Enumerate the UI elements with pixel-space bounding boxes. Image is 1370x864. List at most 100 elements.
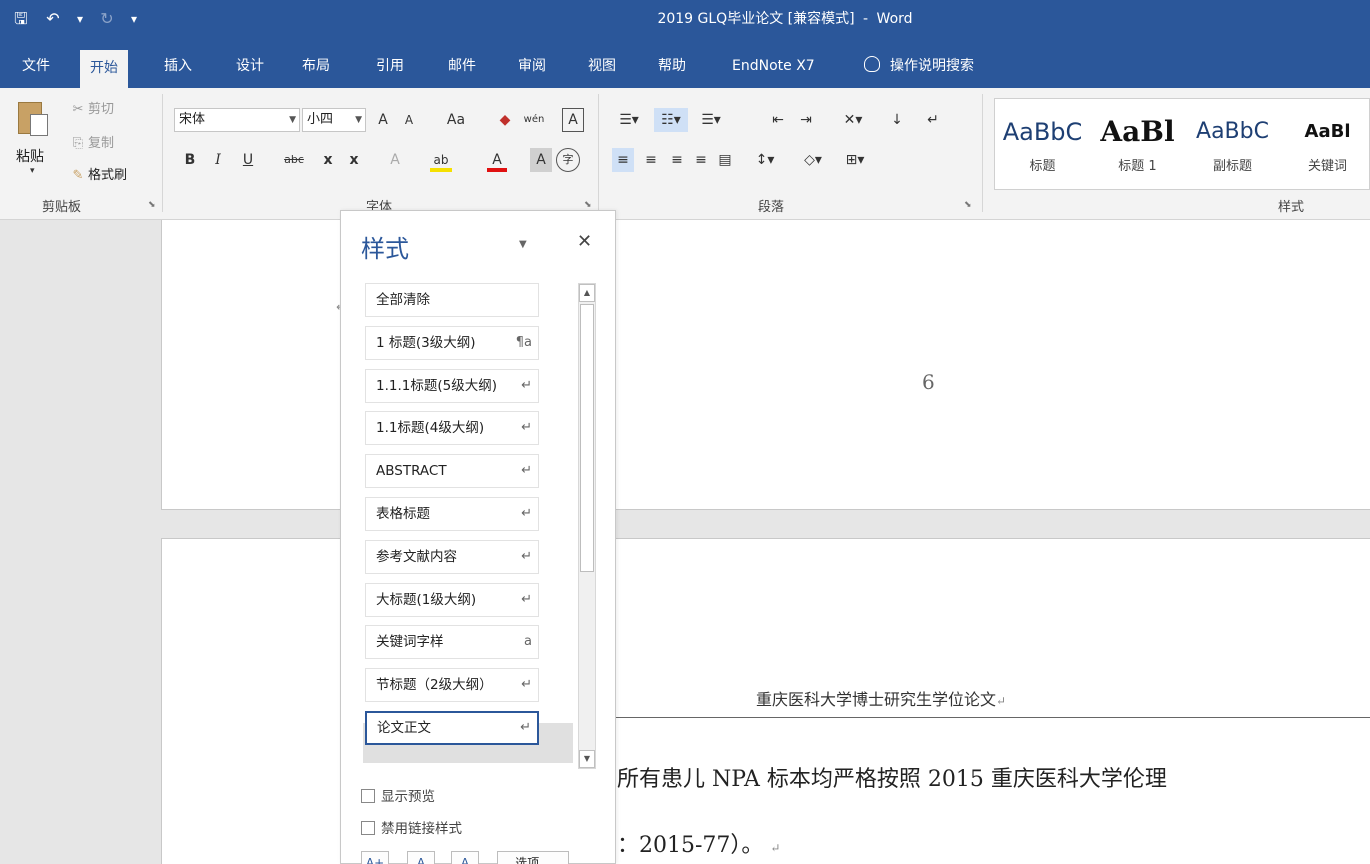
increase-indent-button[interactable]: ⇥ xyxy=(794,108,818,132)
change-case-button[interactable]: Aa xyxy=(436,108,476,132)
font-color-bar xyxy=(487,168,507,172)
strikethrough-button[interactable]: abc xyxy=(276,148,312,172)
tab-view[interactable]: 视图 xyxy=(578,48,626,84)
close-icon[interactable]: ✕ xyxy=(577,231,592,252)
tab-mailings[interactable]: 邮件 xyxy=(438,48,486,84)
paste-icon[interactable] xyxy=(18,98,54,138)
bold-button[interactable]: B xyxy=(180,148,200,172)
ribbon-tabs: 文件 开始 插入 设计 布局 引用 邮件 审阅 视图 帮助 EndNote X7… xyxy=(0,38,1370,88)
window-title: 2019 GLQ毕业论文 [兼容模式] - Word xyxy=(657,11,913,27)
style-item-clear-all[interactable]: 全部清除 xyxy=(365,283,539,317)
style-item[interactable]: ABSTRACT ↵ xyxy=(365,454,539,489)
font-launcher-icon[interactable]: ⬊ xyxy=(584,200,592,210)
style-inspector-button[interactable]: A xyxy=(407,851,435,864)
italic-button[interactable]: I xyxy=(208,148,228,172)
checkbox-icon xyxy=(361,821,375,835)
body-text-line[interactable]: ：2015-77）。 ↵ xyxy=(617,827,780,859)
tab-help[interactable]: 帮助 xyxy=(648,48,696,84)
style-tile-heading1[interactable]: AaBl 标题 1 xyxy=(1090,99,1185,189)
scroll-down-icon[interactable]: ▼ xyxy=(579,750,595,768)
style-tile-title[interactable]: AaBbC 标题 xyxy=(995,99,1090,189)
subscript-button[interactable]: x xyxy=(318,148,338,172)
justify-button[interactable]: ≡ xyxy=(690,148,712,172)
body-text-line[interactable]: 所有患儿 NPA 标本均严格按照 2015 重庆医科大学伦理 xyxy=(617,761,1167,793)
tab-home[interactable]: 开始 xyxy=(80,50,128,88)
paste-button[interactable]: 粘贴 xyxy=(16,146,44,166)
font-name-combo[interactable]: 宋体 ▼ xyxy=(174,108,300,132)
font-size-combo[interactable]: 小四 ▼ xyxy=(302,108,366,132)
show-preview-checkbox[interactable]: 显示预览 xyxy=(361,785,435,805)
tab-file[interactable]: 文件 xyxy=(12,48,60,84)
style-item[interactable]: 关键词字样 a xyxy=(365,625,539,660)
tell-me-search[interactable]: 操作说明搜索 xyxy=(864,48,974,84)
paste-dropdown-icon[interactable]: ▾ xyxy=(30,166,35,176)
borders-button[interactable]: ⊞▾ xyxy=(838,148,872,172)
manage-styles-button[interactable]: A xyxy=(451,851,479,864)
styles-scrollbar[interactable]: ▲ ▼ xyxy=(578,283,596,769)
style-tile-subtitle[interactable]: AaBbC 副标题 xyxy=(1185,99,1280,189)
pane-options-icon[interactable]: ▼ xyxy=(519,239,527,250)
multilevel-list-button[interactable]: ☰▾ xyxy=(694,108,728,132)
title-bar: 🖫 ↶ ▾ ↻ ▾ 2019 GLQ毕业论文 [兼容模式] - Word xyxy=(0,0,1370,38)
shading-button[interactable]: ◇▾ xyxy=(796,148,830,172)
cut-button[interactable]: ✂ 剪切 xyxy=(68,98,114,117)
clipboard-launcher-icon[interactable]: ⬊ xyxy=(148,200,156,210)
disable-linked-checkbox[interactable]: 禁用链接样式 xyxy=(361,817,462,837)
shrink-font-button[interactable]: A xyxy=(398,108,420,132)
text-effects-button[interactable]: A xyxy=(384,148,406,172)
style-item[interactable]: 表格标题 ↵ xyxy=(365,496,539,531)
styles-group-label: 样式 xyxy=(1278,200,1305,215)
clipboard-group-label: 剪贴板 xyxy=(42,200,82,215)
style-item[interactable]: 参考文献内容 ↵ xyxy=(365,539,539,574)
style-item[interactable]: 1.1.1标题(5级大纲) ↵ xyxy=(365,368,539,403)
page-number: 6 xyxy=(922,370,935,394)
scroll-thumb[interactable] xyxy=(580,304,594,572)
tab-layout[interactable]: 布局 xyxy=(292,48,340,84)
ribbon: 粘贴 ▾ ✂ 剪切 ⎘ 复制 ✎ 格式刷 剪贴板 ⬊ 宋体 ▼ 小四 ▼ A A Aa ◆… xyxy=(0,88,1370,220)
styles-gallery: AaBbC 标题 AaBl 标题 1 AaBbC 副标题 AaBl 关键词 xyxy=(994,98,1370,190)
scroll-up-icon[interactable]: ▲ xyxy=(579,284,595,302)
style-item-selected[interactable]: 论文正文 ↵ xyxy=(365,710,539,745)
enclose-characters-button[interactable]: 字 xyxy=(556,148,580,172)
character-border-button[interactable]: A xyxy=(562,108,584,132)
grow-font-button[interactable]: A xyxy=(372,108,394,132)
phonetic-guide-button[interactable]: wén xyxy=(520,108,548,132)
bullets-button[interactable]: ☰▾ xyxy=(612,108,646,132)
highlight-button[interactable]: ab xyxy=(428,148,454,172)
align-center-button[interactable]: ≡ xyxy=(640,148,662,172)
document-area[interactable]: ↵ 6 重庆医科大学博士研究生学位论文↵ 所有患儿 NPA 标本均严格按照 20… xyxy=(0,220,1370,864)
tab-review[interactable]: 审阅 xyxy=(508,48,556,84)
numbering-button[interactable]: ☷▾ xyxy=(654,108,688,132)
line-spacing-button[interactable]: ↕▾ xyxy=(748,148,782,172)
styles-pane: 样式 ▼ ✕ 全部清除 1 标题(3级大纲) ¶a 1.1.1标题(5级大纲) ↵ … xyxy=(340,210,616,864)
tab-endnote[interactable]: EndNote X7 xyxy=(722,48,825,84)
paragraph-launcher-icon[interactable]: ⬊ xyxy=(964,200,972,210)
style-item[interactable]: 大标题(1级大纲) ↵ xyxy=(365,582,539,617)
tab-design[interactable]: 设计 xyxy=(226,48,274,84)
align-right-button[interactable]: ≡ xyxy=(666,148,688,172)
format-painter-button[interactable]: ✎ 格式刷 xyxy=(68,164,127,183)
clear-formatting-button[interactable]: ◆ xyxy=(494,108,516,132)
character-shading-button[interactable]: A xyxy=(530,148,552,172)
tab-references[interactable]: 引用 xyxy=(366,48,414,84)
options-button[interactable]: 选项... xyxy=(497,851,569,864)
style-item[interactable]: 1 标题(3级大纲) ¶a xyxy=(365,325,539,360)
checkbox-icon xyxy=(361,789,375,803)
sort-button[interactable]: ↓ xyxy=(886,108,908,132)
tab-insert[interactable]: 插入 xyxy=(154,48,202,84)
distributed-button[interactable]: ▤ xyxy=(714,148,736,172)
underline-button[interactable]: U xyxy=(238,148,258,172)
copy-button[interactable]: ⎘ 复制 xyxy=(68,132,114,151)
superscript-button[interactable]: x xyxy=(344,148,364,172)
new-style-button[interactable]: A+ xyxy=(361,851,389,864)
asian-layout-button[interactable]: ✕▾ xyxy=(836,108,870,132)
font-color-button[interactable]: A xyxy=(486,148,508,172)
lightbulb-icon xyxy=(864,56,880,72)
style-item[interactable]: 1.1标题(4级大纲) ↵ xyxy=(365,411,539,446)
style-item[interactable]: 节标题（2级大纲） ↵ xyxy=(365,668,539,703)
style-tile-keyword[interactable]: AaBl 关键词 xyxy=(1280,99,1369,189)
paragraph-group-label: 段落 xyxy=(758,200,785,215)
decrease-indent-button[interactable]: ⇤ xyxy=(766,108,790,132)
show-marks-button[interactable]: ↵ xyxy=(922,108,944,132)
align-left-button[interactable]: ≡ xyxy=(612,148,634,172)
